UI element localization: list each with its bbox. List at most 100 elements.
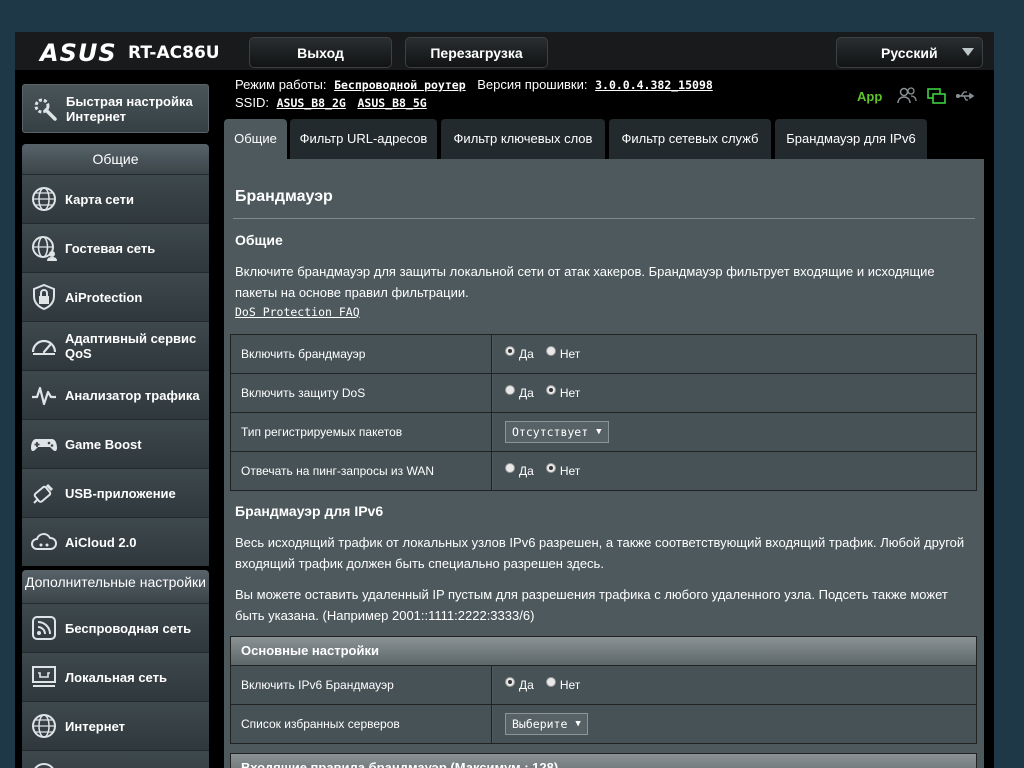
ssid-5g-link[interactable]: ASUS_B8_5G (357, 96, 426, 110)
row-label: Список избранных серверов (231, 705, 492, 743)
sidebar-advanced: Дополнительные настройки Беспроводная се… (22, 570, 209, 768)
inbound-rules-header: Входящие правила брандмауэр (Максимум : … (231, 754, 976, 768)
sidebar-item-lan[interactable]: Локальная сеть (22, 652, 209, 701)
radio-no[interactable] (545, 385, 556, 395)
tab-url-filter[interactable]: Фильтр URL-адресов (290, 119, 437, 159)
basic-settings-header: Основные настройки (231, 637, 976, 666)
globe-network-icon (32, 187, 56, 211)
row-label: Тип регистрируемых пакетов (231, 413, 492, 451)
tab-keyword-filter[interactable]: Фильтр ключевых слов (441, 119, 605, 159)
sidebar-item-wireless[interactable]: Беспроводная сеть (22, 603, 209, 652)
ipv6-icon: IPv6 (34, 763, 54, 768)
sidebar-item-label: USB-приложение (65, 485, 176, 501)
radio-no[interactable] (545, 463, 556, 473)
sidebar-item-label: Адаптивный сервис QoS (65, 331, 197, 361)
table-row: Включить брандмауэр Да Нет (231, 335, 976, 374)
sidebar-item-aicloud[interactable]: AiCloud 2.0 (22, 517, 209, 566)
radio-yes[interactable] (505, 346, 515, 356)
language-select[interactable]: Русский (836, 37, 983, 68)
ssid-2g-link[interactable]: ASUS_B8_2G (277, 96, 346, 110)
cloud-icon (31, 533, 57, 550)
dos-protection-radios: Да Нет (493, 374, 976, 412)
ipv6-heading: Брандмауэр для IPv6 (235, 503, 384, 519)
logged-packets-select[interactable]: Отсутствует ▼ (505, 421, 609, 443)
gamepad-icon (31, 439, 57, 452)
favorite-servers-select[interactable]: Выберите ▼ (505, 713, 588, 735)
lan-icon (32, 666, 56, 687)
radio-no-label: Нет (559, 386, 581, 400)
speedometer-icon (31, 339, 57, 355)
sidebar-item-label: Гостевая сеть (65, 240, 156, 256)
quick-internet-setup-button[interactable]: Быстрая настройка Интернет (22, 84, 209, 133)
logout-button[interactable]: Выход (249, 37, 392, 68)
general-description: Включите брандмауэр для защиты локальной… (235, 264, 935, 300)
sidebar-item-ipv6[interactable]: IPv6 IPv6 (22, 750, 209, 768)
sidebar-item-aiprotection[interactable]: AiProtection (22, 272, 209, 321)
radio-yes-label: Да (519, 386, 534, 400)
dropdown-arrow-icon: ▼ (596, 427, 602, 437)
reboot-button[interactable]: Перезагрузка (405, 37, 548, 68)
mode-link[interactable]: Беспроводной роутер (334, 78, 466, 92)
radio-yes[interactable] (505, 385, 515, 395)
radio-no[interactable] (545, 346, 556, 356)
dropdown-arrow-icon: ▼ (575, 719, 581, 729)
wrench-gear-icon (34, 98, 57, 121)
chevron-down-icon (962, 48, 974, 56)
sidebar-item-internet[interactable]: Интернет (22, 701, 209, 750)
radio-no[interactable] (545, 677, 556, 687)
sidebar-item-guest-network[interactable]: Гостевая сеть (22, 223, 209, 272)
sidebar-item-usb-application[interactable]: USB-приложение (22, 468, 209, 517)
row-label: Включить защиту DoS (231, 374, 492, 412)
firmware-link[interactable]: 3.0.0.4.382_15098 (595, 78, 713, 92)
basic-settings-table: Основные настройки Включить IPv6 Брандма… (230, 636, 977, 744)
model-name: RT-AC86U (128, 43, 220, 63)
radio-no-label: Нет (559, 678, 581, 692)
row-label: Включить IPv6 Брандмауэр (231, 666, 492, 704)
tab-general[interactable]: Общие (224, 119, 287, 159)
sidebar-item-game-boost[interactable]: Game Boost (22, 419, 209, 468)
favorite-servers-cell: Выберите ▼ (493, 705, 976, 743)
lock-shield-icon (33, 283, 55, 311)
app-link[interactable]: App (857, 89, 882, 104)
sidebar-general: Общие Карта сети Гостевая сеть AiProtect… (22, 144, 209, 566)
ssid-label: SSID: (235, 95, 269, 110)
sidebar-item-label: AiProtection (65, 289, 143, 305)
page-title: Брандмауэр (235, 188, 333, 205)
table-row: Тип регистрируемых пакетов Отсутствует ▼ (231, 413, 976, 452)
table-row: Включить IPv6 Брандмауэр Да Нет (231, 666, 976, 705)
qis-label: Быстрая настройка Интернет (66, 93, 193, 124)
inbound-rules-table: Входящие правила брандмауэр (Максимум : … (230, 753, 977, 768)
title-divider (233, 218, 975, 219)
clients-icon[interactable] (896, 86, 918, 106)
packet-type-cell: Отсутствует ▼ (493, 413, 976, 451)
network-status-icon[interactable] (926, 86, 948, 106)
tab-ipv6-firewall[interactable]: Брандмауэр для IPv6 (775, 119, 927, 159)
table-row: Включить защиту DoS Да Нет (231, 374, 976, 413)
usb-status-icon[interactable] (955, 86, 977, 106)
sidebar-item-label: Локальная сеть (65, 669, 167, 685)
sidebar-item-label: Анализатор трафика (65, 387, 200, 403)
ssid-line: SSID: ASUS_B8_2G ASUS_B8_5G (235, 95, 435, 110)
sidebar-item-traffic-analyzer[interactable]: Анализатор трафика (22, 370, 209, 419)
radio-yes-label: Да (519, 347, 534, 361)
internet-globe-icon (32, 714, 56, 738)
sidebar-item-label: Карта сети (65, 191, 134, 207)
tab-network-services-filter[interactable]: Фильтр сетевых служб (609, 119, 771, 159)
sidebar-item-qos[interactable]: Адаптивный сервис QoS (22, 321, 209, 370)
firewall-enable-radios: Да Нет (493, 335, 976, 373)
radio-no-label: Нет (559, 464, 581, 478)
usb-puzzle-icon (33, 483, 54, 504)
mode-line: Режим работы: Беспроводной роутер Версия… (235, 77, 721, 92)
dos-faq-link[interactable]: DoS Protection FAQ (235, 305, 360, 319)
asus-logo[interactable]: ASUS (40, 40, 117, 66)
sidebar-item-label: AiCloud 2.0 (65, 534, 137, 550)
radio-yes[interactable] (505, 677, 515, 687)
radio-yes[interactable] (505, 463, 515, 473)
advanced-title: Дополнительные настройки (22, 570, 209, 603)
firewall-settings-table: Включить брандмауэр Да Нет Включить защи… (230, 334, 977, 491)
select-value: Выберите (512, 717, 568, 731)
radio-yes-label: Да (519, 464, 534, 478)
table-row: Список избранных серверов Выберите ▼ (231, 705, 976, 743)
general-heading: Общие (235, 232, 283, 248)
sidebar-item-network-map[interactable]: Карта сети (22, 174, 209, 223)
